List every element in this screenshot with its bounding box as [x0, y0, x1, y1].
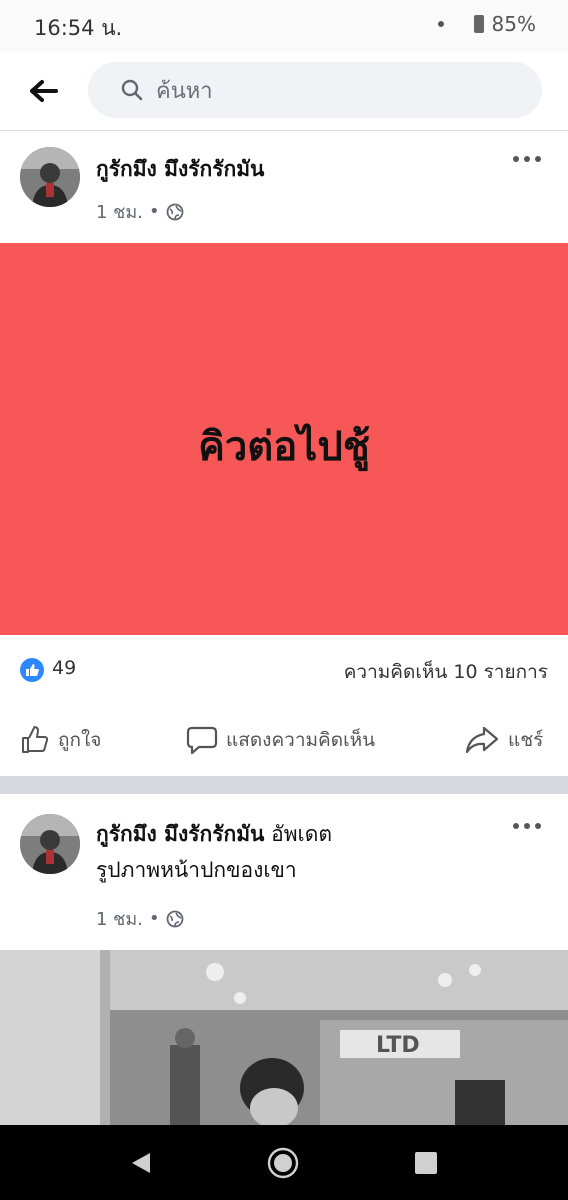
post-1: กูรักมึง มึงรักรักมัน 1 ชม. • คิวต่อไปชู… — [0, 131, 568, 776]
post-banner-text: คิวต่อไปชู้ — [198, 424, 370, 470]
globe-icon — [166, 910, 184, 927]
more-icon[interactable] — [510, 818, 544, 834]
post-meta: 1 ชม. • — [96, 904, 184, 933]
status-bar: 16:54 น. 85% — [0, 0, 568, 52]
cover-photo[interactable]: LTD — [0, 950, 568, 1125]
nav-home-icon[interactable] — [266, 1146, 300, 1180]
like-button[interactable]: ถูกใจ — [20, 725, 101, 755]
share-icon — [465, 726, 499, 754]
like-label: ถูกใจ — [58, 729, 102, 751]
search-icon — [121, 79, 143, 101]
battery-icon — [473, 15, 484, 33]
back-arrow-icon[interactable] — [26, 74, 60, 108]
share-button[interactable]: แชร์ — [464, 725, 543, 755]
post-banner[interactable]: คิวต่อไปชู้ — [0, 243, 568, 635]
status-time: 16:54 น. — [34, 16, 123, 40]
notification-dot-icon — [437, 21, 444, 27]
feed-separator — [0, 776, 568, 794]
post-update-text-2: รูปภาพหน้าปกของเขา — [96, 858, 297, 882]
more-icon[interactable] — [510, 151, 544, 167]
post-meta: 1 ชม. • — [96, 197, 184, 226]
author-avatar[interactable] — [20, 147, 80, 207]
author-avatar[interactable] — [20, 814, 80, 874]
post-author[interactable]: กูรักมึง มึงรักรักมัน — [96, 822, 264, 846]
status-right: 85% — [437, 12, 536, 36]
search-input[interactable] — [154, 62, 518, 120]
reaction-bar: 49 ความคิดเห็น 10 รายการ — [0, 635, 568, 703]
comment-label: แสดงความคิดเห็น — [226, 729, 376, 751]
share-label: แชร์ — [508, 729, 544, 751]
like-icon — [22, 726, 49, 753]
battery-level: 85% — [491, 12, 536, 36]
comment-icon — [186, 726, 218, 755]
meta-separator: • — [148, 201, 160, 222]
post-header-text: กูรักมึง มึงรักรักมัน อัพเดต รูปภาพหน้าป… — [96, 816, 496, 888]
post-time: 1 ชม. — [96, 202, 143, 223]
post-author[interactable]: กูรักมึง มึงรักรักมัน — [96, 153, 264, 186]
search-box[interactable] — [88, 62, 542, 120]
post-actions: ถูกใจ แสดงความคิดเห็น แชร์ — [0, 703, 568, 773]
post-update-text: อัพเดต — [271, 822, 333, 846]
meta-separator: • — [148, 908, 160, 929]
nav-recents-icon[interactable] — [414, 1151, 438, 1175]
post-time: 1 ชม. — [96, 909, 143, 930]
globe-icon — [166, 203, 184, 220]
system-navigation-bar — [0, 1125, 568, 1200]
nav-back-icon[interactable] — [128, 1150, 154, 1176]
post-2: กูรักมึง มึงรักรักมัน อัพเดต รูปภาพหน้าป… — [0, 794, 568, 1125]
like-reaction-icon — [20, 658, 44, 682]
like-count[interactable]: 49 — [52, 657, 76, 679]
comment-button[interactable]: แสดงความคิดเห็น — [186, 725, 375, 755]
store-sign: LTD — [376, 1033, 420, 1058]
search-header — [0, 52, 568, 132]
comment-count[interactable]: ความคิดเห็น 10 รายการ — [344, 657, 548, 687]
